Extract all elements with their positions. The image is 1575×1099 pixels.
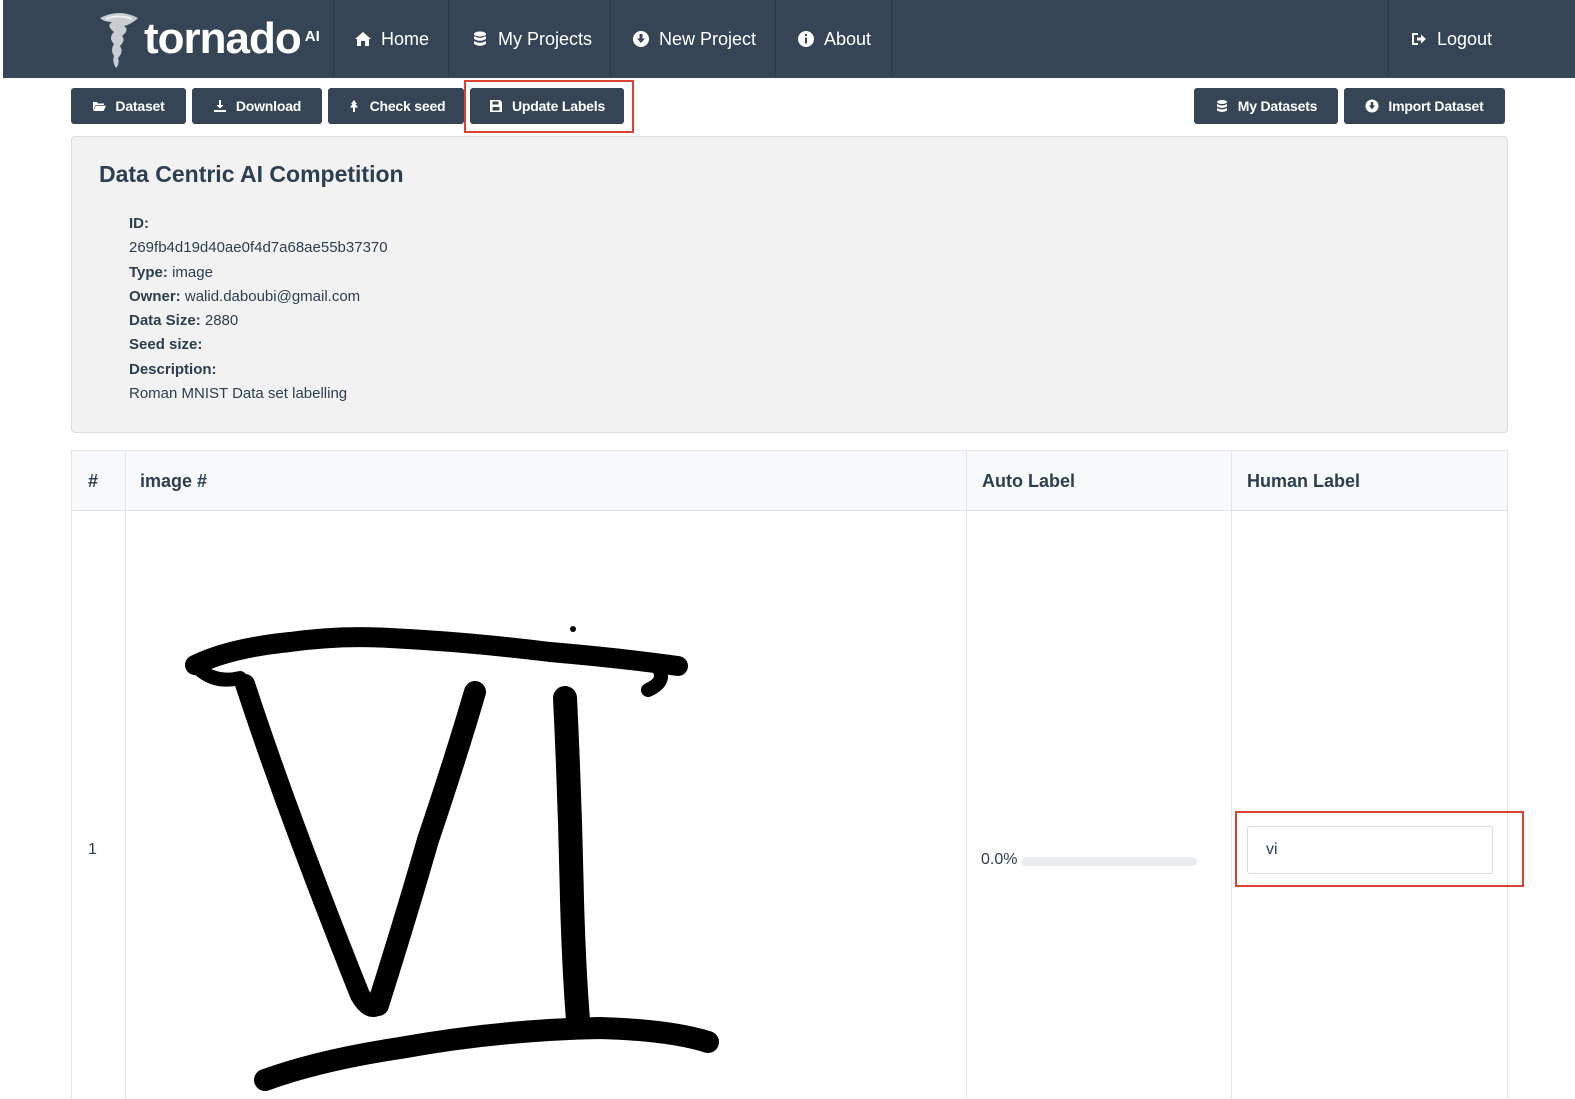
nav-new-project[interactable]: New Project bbox=[610, 0, 775, 78]
nav-about-label: About bbox=[824, 28, 872, 49]
project-info-panel: Data Centric AI Competition ID: 269fb4d1… bbox=[71, 136, 1508, 433]
header-human-label: Human Label bbox=[1247, 471, 1361, 491]
handwritten-digit-image bbox=[185, 626, 719, 1091]
check-seed-button[interactable]: Check seed bbox=[328, 88, 464, 124]
column-divider bbox=[1231, 451, 1232, 1099]
my-datasets-button[interactable]: My Datasets bbox=[1194, 88, 1338, 124]
id-label: ID: bbox=[129, 215, 149, 232]
nav-logout[interactable]: Logout bbox=[1388, 0, 1508, 78]
seed-size-label: Seed size: bbox=[129, 336, 203, 354]
table-header: # image # Auto Label Human Label bbox=[72, 451, 1507, 511]
project-details: ID: 269fb4d19d40ae0f4d7a68ae55b37370 Typ… bbox=[129, 212, 388, 406]
brand-superscript: AI bbox=[304, 28, 320, 45]
database-icon bbox=[474, 31, 486, 46]
nav-my-projects-label: My Projects bbox=[498, 28, 593, 49]
data-size-label: Data Size: bbox=[129, 312, 201, 330]
import-dataset-button[interactable]: Import Dataset bbox=[1344, 88, 1505, 124]
import-dataset-button-label: Import Dataset bbox=[1388, 98, 1484, 114]
column-divider bbox=[125, 451, 126, 1099]
folder-open-icon bbox=[93, 102, 107, 111]
brand-name: tornado bbox=[144, 14, 302, 63]
column-divider bbox=[966, 451, 967, 1099]
home-icon bbox=[355, 32, 371, 46]
brand-logo[interactable]: tornado AI bbox=[98, 10, 320, 68]
top-navbar: tornado AI Home My Projects New Project … bbox=[3, 0, 1575, 78]
sign-out-icon bbox=[1412, 33, 1426, 45]
dataset-button[interactable]: Dataset bbox=[71, 88, 186, 124]
nav-new-project-label: New Project bbox=[659, 28, 757, 49]
header-image: image # bbox=[140, 471, 208, 491]
tornado-icon bbox=[100, 13, 138, 68]
description-label: Description: bbox=[129, 360, 217, 378]
type-value: image bbox=[172, 263, 213, 281]
nav-home-label: Home bbox=[381, 28, 430, 49]
update-labels-highlight bbox=[464, 80, 634, 133]
auto-label-progress-bar bbox=[1021, 856, 1198, 866]
download-button[interactable]: Download bbox=[192, 88, 322, 124]
id-value: 269fb4d19d40ae0f4d7a68ae55b37370 bbox=[129, 239, 388, 257]
row-number: 1 bbox=[88, 841, 97, 858]
nav-my-projects[interactable]: My Projects bbox=[448, 0, 610, 78]
owner-value: walid.daboubi@gmail.com bbox=[184, 287, 361, 305]
project-title: Data Centric AI Competition bbox=[99, 161, 404, 187]
dataset-button-label: Dataset bbox=[115, 98, 165, 114]
data-size-value: 2880 bbox=[204, 312, 239, 330]
owner-label: Owner: bbox=[129, 287, 181, 305]
auto-label-cell: 0.0% bbox=[981, 851, 1198, 869]
database-icon bbox=[1216, 100, 1227, 112]
auto-label-percent: 0.0% bbox=[981, 851, 1018, 868]
human-label-highlight bbox=[1235, 811, 1524, 887]
download-button-label: Download bbox=[235, 98, 302, 114]
tree-icon bbox=[349, 100, 358, 112]
description-value: Roman MNIST Data set labelling bbox=[129, 385, 348, 403]
header-auto-label: Auto Label bbox=[982, 471, 1075, 491]
download-icon bbox=[213, 100, 226, 112]
info-circle-icon bbox=[798, 31, 814, 47]
header-num: # bbox=[88, 471, 99, 491]
type-label: Type: bbox=[129, 263, 168, 281]
download-circle-icon bbox=[1365, 99, 1379, 113]
check-seed-button-label: Check seed bbox=[369, 98, 446, 114]
my-datasets-button-label: My Datasets bbox=[1237, 98, 1318, 114]
download-circle-icon bbox=[633, 31, 649, 47]
nav-logout-label: Logout bbox=[1437, 28, 1493, 49]
nav-about[interactable]: About bbox=[775, 0, 892, 78]
nav-home[interactable]: Home bbox=[333, 0, 448, 78]
